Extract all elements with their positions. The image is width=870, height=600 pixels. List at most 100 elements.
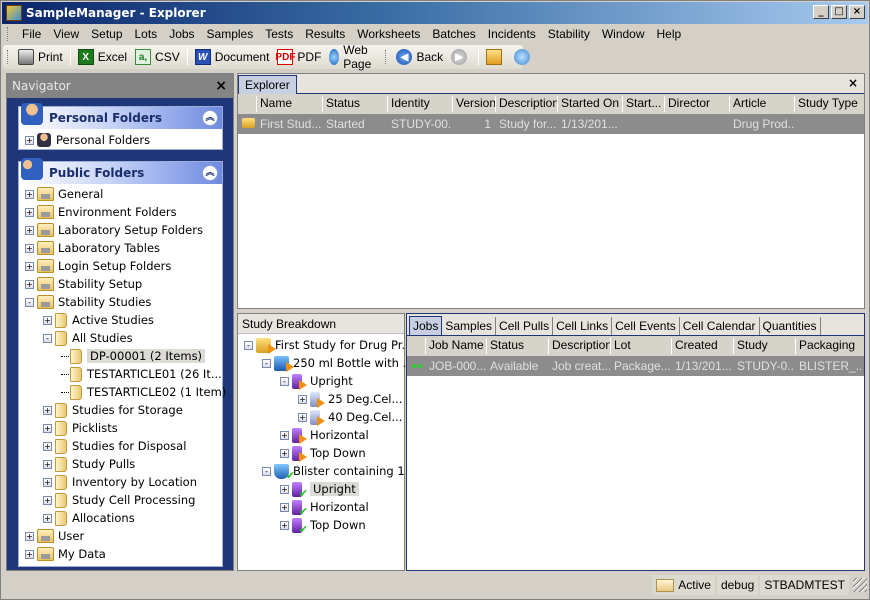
column-header-job-name[interactable]: Job Name: [425, 338, 486, 354]
tree-item[interactable]: + Top Down: [242, 444, 404, 462]
expand-icon[interactable]: +: [280, 520, 289, 530]
print-button[interactable]: Print: [14, 46, 67, 68]
tab-cell-pulls[interactable]: Cell Pulls: [496, 317, 554, 335]
menu-lots[interactable]: Lots: [129, 27, 164, 41]
minimize-button[interactable]: _: [813, 5, 829, 19]
expand-icon[interactable]: +: [43, 495, 52, 505]
menu-samples[interactable]: Samples: [201, 27, 260, 41]
tree-item[interactable]: + Personal Folders: [25, 131, 222, 149]
table-row[interactable]: ●● JOB-000... Available Job creat... Pac…: [407, 356, 864, 376]
document-button[interactable]: W Document: [191, 46, 274, 68]
collapse-chevron-icon[interactable]: ︽: [202, 165, 218, 181]
tree-item[interactable]: + Picklists: [25, 419, 222, 437]
public-folders-header[interactable]: Public Folders ︽: [19, 158, 222, 184]
forward-button[interactable]: ▶: [447, 46, 475, 68]
menubar-grip[interactable]: [7, 27, 10, 41]
column-header-status[interactable]: Status: [486, 338, 548, 354]
column-header-director[interactable]: Director: [664, 96, 729, 112]
menu-incidents[interactable]: Incidents: [482, 27, 542, 41]
tree-item[interactable]: + Laboratory Setup Folders: [25, 221, 222, 239]
expand-icon[interactable]: +: [280, 448, 289, 458]
csv-button[interactable]: a, CSV: [131, 46, 184, 68]
collapse-icon[interactable]: -: [43, 333, 52, 343]
column-header-article[interactable]: Article: [729, 96, 794, 112]
toolbar-grip[interactable]: [7, 50, 8, 64]
tree-item[interactable]: - Upright: [242, 372, 404, 390]
menu-help[interactable]: Help: [651, 27, 688, 41]
tree-item[interactable]: + Horizontal: [242, 498, 404, 518]
expand-icon[interactable]: +: [43, 405, 52, 415]
tree-item[interactable]: + User: [25, 527, 222, 545]
tree-item[interactable]: + Top Down: [242, 516, 404, 536]
tree-item[interactable]: + Upright: [242, 480, 404, 500]
collapse-icon[interactable]: -: [262, 358, 271, 368]
collapse-icon[interactable]: -: [25, 297, 34, 307]
column-header-study-type[interactable]: Study Type: [794, 96, 859, 112]
expand-icon[interactable]: +: [298, 412, 307, 422]
expand-icon[interactable]: +: [43, 459, 52, 469]
column-header-packaging[interactable]: Packaging: [795, 338, 861, 354]
expand-icon[interactable]: +: [25, 279, 34, 289]
menu-window[interactable]: Window: [596, 27, 651, 41]
column-header-study[interactable]: Study: [733, 338, 795, 354]
expand-icon[interactable]: +: [25, 189, 34, 199]
tab-cell-links[interactable]: Cell Links: [553, 317, 613, 335]
tree-item[interactable]: + Inventory by Location: [25, 473, 222, 491]
column-header-identity[interactable]: Identity: [387, 96, 452, 112]
expand-icon[interactable]: +: [280, 502, 289, 512]
expand-icon[interactable]: +: [25, 531, 34, 541]
tab-jobs[interactable]: Jobs: [409, 316, 443, 335]
envelope-icon[interactable]: [656, 578, 675, 592]
refresh-button[interactable]: [510, 46, 538, 68]
tree-item[interactable]: - All Studies: [25, 329, 222, 347]
expand-icon[interactable]: +: [43, 315, 52, 325]
tree-item[interactable]: +25 Deg.Cel...: [242, 390, 404, 408]
back-button[interactable]: ◀ Back: [392, 46, 447, 68]
menu-tests[interactable]: Tests: [259, 27, 299, 41]
tree-item[interactable]: + Studies for Disposal: [25, 437, 222, 455]
tree-item[interactable]: - 250 ml Bottle with ...: [242, 354, 414, 372]
expand-icon[interactable]: +: [25, 135, 34, 145]
menu-worksheets[interactable]: Worksheets: [351, 27, 426, 41]
tree-item[interactable]: + Environment Folders: [25, 203, 222, 221]
column-header-start[interactable]: Start...: [622, 96, 664, 112]
tree-item[interactable]: + Login Setup Folders: [25, 257, 222, 275]
tree-item[interactable]: + Horizontal: [242, 426, 404, 444]
menu-view[interactable]: View: [47, 27, 85, 41]
pdf-button[interactable]: PDF PDF: [273, 46, 325, 68]
resize-grip[interactable]: [853, 578, 867, 592]
excel-button[interactable]: X Excel: [74, 46, 131, 68]
folder-up-button[interactable]: [482, 46, 510, 68]
tree-item[interactable]: + Allocations: [25, 509, 222, 527]
expand-icon[interactable]: +: [25, 225, 34, 235]
tree-item[interactable]: +40 Deg.Cel...: [242, 408, 404, 426]
expand-icon[interactable]: +: [43, 423, 52, 433]
menu-results[interactable]: Results: [299, 27, 351, 41]
tab-cell-events[interactable]: Cell Events: [612, 317, 680, 335]
table-row[interactable]: First Stud... Started STUDY-00... 1 Stud…: [238, 114, 864, 134]
webpage-button[interactable]: Web Page: [325, 43, 381, 71]
expand-icon[interactable]: +: [25, 243, 34, 253]
column-header-description[interactable]: Description: [495, 96, 557, 112]
column-header-lot[interactable]: Lot: [610, 338, 671, 354]
expand-icon[interactable]: +: [43, 477, 52, 487]
expand-icon[interactable]: +: [43, 441, 52, 451]
expand-icon[interactable]: +: [25, 261, 34, 271]
expand-icon[interactable]: +: [280, 430, 289, 440]
tree-item[interactable]: + General: [25, 185, 222, 203]
column-header-name[interactable]: Name: [256, 96, 322, 112]
tree-item[interactable]: DP-00001 (2 Items): [25, 347, 222, 365]
menu-stability[interactable]: Stability: [542, 27, 596, 41]
expand-icon[interactable]: +: [25, 207, 34, 217]
tab-cell-calendar[interactable]: Cell Calendar: [680, 317, 760, 335]
tree-item[interactable]: - Blister containing 1...: [242, 462, 416, 482]
collapse-icon[interactable]: -: [280, 376, 289, 386]
column-header-description[interactable]: Description: [548, 338, 610, 354]
menu-file[interactable]: File: [16, 27, 47, 41]
tab-quantities[interactable]: Quantities: [760, 317, 821, 335]
tree-item[interactable]: + Studies for Storage: [25, 401, 222, 419]
tree-item[interactable]: + Stability Setup: [25, 275, 222, 293]
toolbar-grip[interactable]: [385, 50, 387, 64]
expand-icon[interactable]: +: [25, 549, 34, 559]
menu-jobs[interactable]: Jobs: [163, 27, 200, 41]
